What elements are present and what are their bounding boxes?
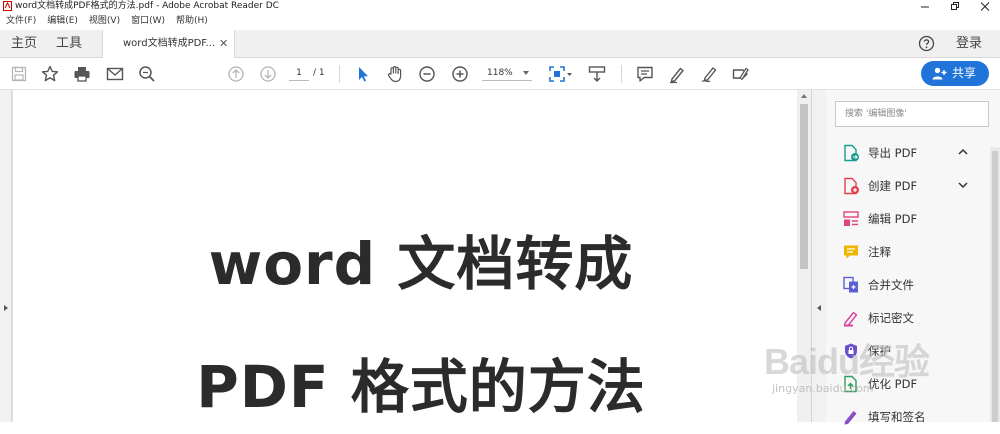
- page-number-input[interactable]: 1: [289, 67, 309, 81]
- select-tool-icon[interactable]: [353, 64, 373, 84]
- tab-bar: 主页 工具 word文档转成PDF... ✕ 登录: [0, 30, 1000, 59]
- scrollbar-thumb[interactable]: [992, 151, 998, 422]
- document-scrollbar[interactable]: [797, 90, 811, 422]
- bookmark-star-icon[interactable]: [40, 64, 60, 84]
- minimize-icon: [921, 6, 929, 8]
- menu-file[interactable]: 文件(F): [6, 13, 36, 30]
- chevron-down-icon[interactable]: [958, 181, 968, 189]
- close-window-button[interactable]: [970, 0, 1000, 13]
- find-zoom-icon[interactable]: [137, 64, 157, 84]
- chevron-up-icon[interactable]: [958, 148, 968, 156]
- tool-label: 保护: [868, 344, 891, 358]
- toolbar-divider: [621, 65, 622, 83]
- document-tab-label: word文档转成PDF...: [123, 38, 215, 49]
- tools-search-input[interactable]: 搜索 '编辑图像': [835, 101, 989, 127]
- tool-export-pdf[interactable]: 导出 PDF: [826, 137, 1000, 170]
- optimize-pdf-icon: [844, 375, 857, 393]
- tool-label: 填写和签名: [868, 410, 926, 424]
- save-icon[interactable]: [9, 64, 29, 84]
- tool-combine-files[interactable]: 合并文件: [826, 269, 1000, 302]
- pdf-page: word 文档转成 PDF 格式的方法: [13, 90, 797, 422]
- share-button[interactable]: 共享: [921, 61, 989, 86]
- menu-help[interactable]: 帮助(H): [176, 13, 208, 30]
- redact-icon: [843, 311, 858, 327]
- tool-fill-sign[interactable]: 填写和签名: [826, 401, 1000, 434]
- next-page-icon[interactable]: [258, 64, 278, 84]
- fill-sign-icon: [844, 411, 857, 425]
- page-total: / 1: [313, 68, 325, 78]
- tool-label: 注释: [868, 245, 891, 259]
- tool-optimize-pdf[interactable]: 优化 PDF: [826, 368, 1000, 401]
- zoom-level-value: 118%: [487, 68, 513, 78]
- toolbar: 1 / 1 118% 共享: [0, 58, 1000, 90]
- comment-icon: [844, 245, 858, 259]
- protect-icon: [845, 343, 857, 359]
- tool-redact[interactable]: 标记密文: [826, 302, 1000, 335]
- right-pane-toggle[interactable]: [811, 90, 826, 422]
- tools-search-placeholder: 搜索 '编辑图像': [845, 109, 907, 119]
- collapse-right-icon: [817, 305, 821, 311]
- create-pdf-icon: [844, 177, 859, 195]
- acrobat-app-icon: [3, 1, 12, 11]
- login-link[interactable]: 登录: [956, 30, 982, 57]
- add-user-icon: [932, 67, 947, 80]
- maximize-button[interactable]: [940, 0, 970, 13]
- tools-list: 导出 PDF 创建 PDF 编辑 PDF 注释 合并文件 标记密文 保护 优化 …: [826, 137, 1000, 434]
- restore-icon: [951, 2, 959, 10]
- tab-tools[interactable]: 工具: [56, 30, 82, 58]
- tool-comment[interactable]: 注释: [826, 236, 1000, 269]
- previous-page-icon[interactable]: [226, 64, 246, 84]
- tool-protect[interactable]: 保护: [826, 335, 1000, 368]
- export-pdf-icon: [844, 144, 859, 162]
- tool-label: 创建 PDF: [868, 179, 918, 193]
- hand-tool-icon[interactable]: [385, 64, 405, 84]
- tool-label: 导出 PDF: [868, 146, 918, 160]
- tool-label: 编辑 PDF: [868, 212, 918, 226]
- tools-pane-scrollbar[interactable]: [990, 147, 1000, 422]
- comment-tool-icon[interactable]: [635, 64, 655, 84]
- zoom-level-select[interactable]: 118%: [482, 67, 532, 81]
- window-title: word文档转成PDF格式的方法.pdf - Adobe Acrobat Rea…: [15, 1, 279, 11]
- share-button-label: 共享: [952, 66, 977, 80]
- tool-label: 标记密文: [868, 311, 914, 325]
- tab-close-icon[interactable]: ✕: [219, 38, 228, 49]
- tool-label: 合并文件: [868, 278, 914, 292]
- tool-label: 优化 PDF: [868, 377, 918, 391]
- scroll-mode-icon[interactable]: [587, 64, 607, 84]
- menu-bar: 文件(F) 编辑(E) 视图(V) 窗口(W) 帮助(H): [0, 13, 1000, 30]
- left-pane-toggle[interactable]: [0, 90, 12, 422]
- scroll-up-icon[interactable]: [801, 94, 807, 98]
- print-icon[interactable]: [72, 64, 92, 84]
- chevron-down-icon: [523, 71, 529, 75]
- menu-view[interactable]: 视图(V): [89, 13, 120, 30]
- tool-edit-pdf[interactable]: 编辑 PDF: [826, 203, 1000, 236]
- document-heading-line-1: word 文档转成: [208, 230, 634, 298]
- scrollbar-thumb[interactable]: [800, 104, 808, 269]
- tool-create-pdf[interactable]: 创建 PDF: [826, 170, 1000, 203]
- expand-right-icon: [4, 305, 8, 311]
- close-icon: [980, 2, 990, 11]
- zoom-in-icon[interactable]: [450, 64, 470, 84]
- fill-sign-tool-icon[interactable]: [731, 64, 751, 84]
- tab-document[interactable]: word文档转成PDF... ✕: [102, 30, 235, 59]
- menu-edit[interactable]: 编辑(E): [47, 13, 78, 30]
- combine-files-icon: [843, 276, 858, 293]
- sign-pen-icon[interactable]: [699, 64, 719, 84]
- document-viewport: word 文档转成 PDF 格式的方法: [0, 90, 826, 422]
- help-icon[interactable]: [918, 35, 935, 52]
- toolbar-divider: [339, 65, 340, 83]
- edit-pdf-icon: [843, 211, 859, 226]
- minimize-button[interactable]: [910, 0, 940, 13]
- document-heading-line-2: PDF 格式的方法: [196, 353, 646, 421]
- highlight-pen-icon[interactable]: [667, 64, 687, 84]
- email-icon[interactable]: [105, 64, 125, 84]
- title-bar: word文档转成PDF格式的方法.pdf - Adobe Acrobat Rea…: [0, 0, 1000, 13]
- tab-home[interactable]: 主页: [11, 30, 37, 58]
- zoom-out-icon[interactable]: [417, 64, 437, 84]
- fit-page-icon[interactable]: [547, 64, 573, 84]
- menu-window[interactable]: 窗口(W): [131, 13, 165, 30]
- tools-pane: 搜索 '编辑图像' 导出 PDF 创建 PDF 编辑 PDF 注释 合并文件 标…: [826, 90, 1000, 425]
